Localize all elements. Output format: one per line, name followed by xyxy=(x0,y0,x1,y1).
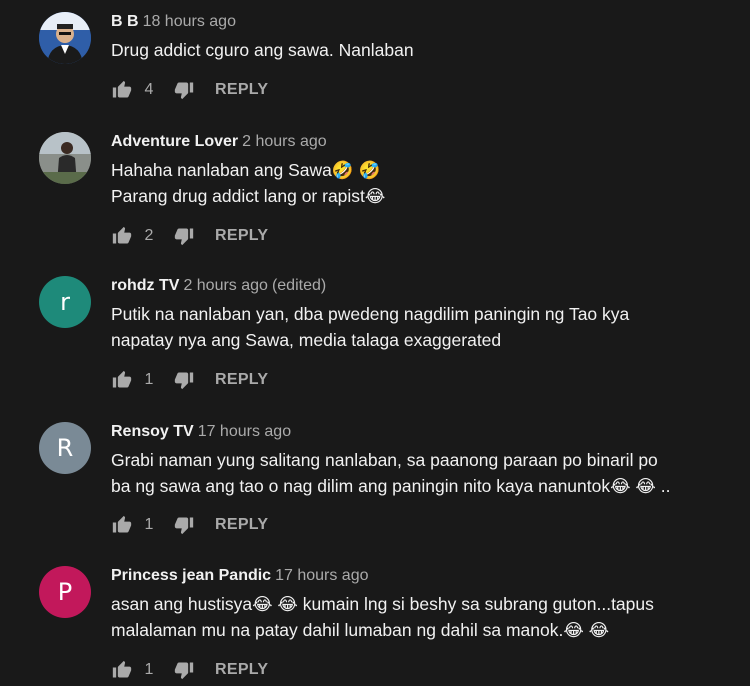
author-name[interactable]: B B xyxy=(111,13,139,30)
comment-actions: 2 REPLY xyxy=(111,224,268,248)
like-count: 4 xyxy=(144,81,154,98)
comment-actions: 4 REPLY xyxy=(111,78,268,102)
avatar[interactable] xyxy=(39,12,91,64)
thumbs-up-icon xyxy=(112,660,132,678)
comment-text: Drug addict cguro ang sawa. Nanlaban xyxy=(111,40,414,60)
reply-button[interactable]: REPLY xyxy=(215,661,268,679)
comment-body: Adventure Lover 2 hours ago Hahaha nanlab… xyxy=(111,132,731,246)
comment-text: Grabi naman yung salitang nanlaban, sa p… xyxy=(111,450,671,496)
thumbs-up-icon xyxy=(112,515,132,533)
like-button[interactable] xyxy=(111,79,133,101)
like-button[interactable] xyxy=(111,369,133,391)
thumbs-down-icon xyxy=(174,662,194,680)
avatar-photo-icon xyxy=(39,132,91,184)
like-button[interactable] xyxy=(111,659,133,681)
like-count: 2 xyxy=(144,227,154,244)
comment-text: asan ang hustisya😂 😂 kumain lng si beshy… xyxy=(111,594,654,640)
dislike-button[interactable] xyxy=(173,514,195,536)
avatar-letter: P xyxy=(57,578,73,606)
avatar[interactable]: P xyxy=(39,566,91,618)
comment-time[interactable]: 18 hours ago xyxy=(143,13,236,30)
author-name[interactable]: Adventure Lover xyxy=(111,133,238,150)
comment-time[interactable]: 2 hours ago xyxy=(183,277,268,294)
comment-actions: 1 REPLY xyxy=(111,513,268,537)
comment-time[interactable]: 17 hours ago xyxy=(198,423,291,440)
like-button[interactable] xyxy=(111,225,133,247)
thumbs-down-icon xyxy=(174,228,194,246)
like-count: 1 xyxy=(144,371,154,388)
avatar-photo-icon xyxy=(39,12,91,64)
comment-actions: 1 REPLY xyxy=(111,658,268,682)
author-name[interactable]: Rensoy TV xyxy=(111,423,194,440)
avatar[interactable]: R xyxy=(39,422,91,474)
comment-header: Adventure Lover 2 hours ago xyxy=(111,132,731,152)
dislike-button[interactable] xyxy=(173,79,195,101)
thumbs-up-icon xyxy=(112,226,132,244)
comment-time[interactable]: 17 hours ago xyxy=(275,567,368,584)
comment-header: rohdz TV 2 hours ago (edited) xyxy=(111,276,731,296)
comment-body: B B 18 hours ago Drug addict cguro ang sa… xyxy=(111,12,731,100)
reply-button[interactable]: REPLY xyxy=(215,516,268,534)
comment-text: Putik na nanlaban yan, dba pwedeng nagdi… xyxy=(111,304,630,350)
thumbs-up-icon xyxy=(112,80,132,98)
dislike-button[interactable] xyxy=(173,659,195,681)
avatar[interactable]: r xyxy=(39,276,91,328)
thumbs-down-icon xyxy=(174,82,194,100)
comment-time[interactable]: 2 hours ago xyxy=(242,133,327,150)
avatar[interactable] xyxy=(39,132,91,184)
dislike-button[interactable] xyxy=(173,369,195,391)
thumbs-down-icon xyxy=(174,372,194,390)
like-count: 1 xyxy=(144,516,154,533)
comment-actions: 1 REPLY xyxy=(111,368,268,392)
author-name[interactable]: Princess jean Pandic xyxy=(111,567,271,584)
comment-body: Rensoy TV 17 hours ago Grabi naman yung s… xyxy=(111,422,731,535)
dislike-button[interactable] xyxy=(173,225,195,247)
comment-body: Princess jean Pandic 17 hours ago asan an… xyxy=(111,566,731,680)
avatar-letter: r xyxy=(60,288,70,316)
edited-label: (edited) xyxy=(271,277,327,294)
comment-header: Rensoy TV 17 hours ago xyxy=(111,422,731,442)
like-count: 1 xyxy=(144,661,154,678)
author-name[interactable]: rohdz TV xyxy=(111,277,179,294)
reply-button[interactable]: REPLY xyxy=(215,371,268,389)
comment-body: rohdz TV 2 hours ago (edited) Putik na nan… xyxy=(111,276,731,390)
like-button[interactable] xyxy=(111,514,133,536)
avatar-letter: R xyxy=(56,434,74,462)
reply-button[interactable]: REPLY xyxy=(215,81,268,99)
comment-header: B B 18 hours ago xyxy=(111,12,731,32)
thumbs-down-icon xyxy=(174,517,194,535)
thumbs-up-icon xyxy=(112,370,132,388)
comment-text: Hahaha nanlaban ang Sawa🤣 🤣 Parang drug … xyxy=(111,160,386,206)
reply-button[interactable]: REPLY xyxy=(215,227,268,245)
comment-header: Princess jean Pandic 17 hours ago xyxy=(111,566,731,586)
